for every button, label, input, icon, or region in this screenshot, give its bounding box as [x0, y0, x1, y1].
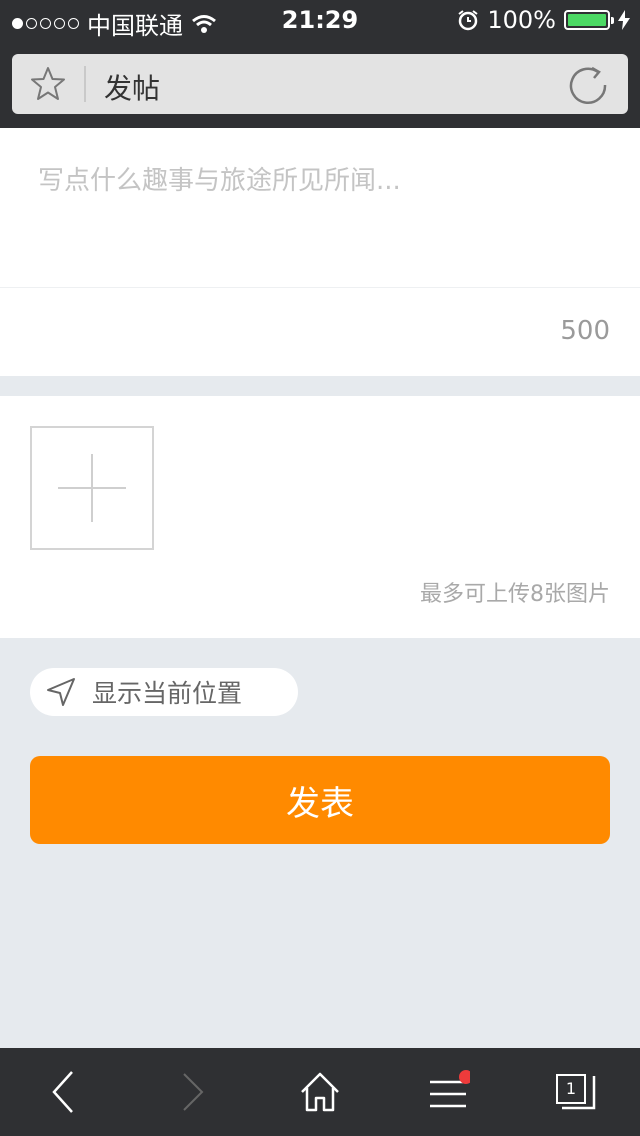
char-count: 500	[560, 316, 610, 346]
bookmark-star-icon[interactable]	[28, 64, 68, 104]
show-location-toggle[interactable]: 显示当前位置	[30, 668, 298, 716]
image-upload-card: 最多可上传8张图片	[0, 396, 640, 638]
post-card: 写点什么趣事与旅途所见所闻... 500	[0, 128, 640, 376]
status-right: 100%	[457, 6, 630, 34]
status-bar: 中国联通 21:29 100%	[0, 0, 640, 40]
browser-header: 发帖	[0, 40, 640, 128]
home-icon[interactable]	[298, 1070, 342, 1114]
charging-icon	[618, 10, 630, 30]
add-image-button[interactable]	[30, 426, 154, 550]
alarm-icon	[458, 10, 478, 31]
address-bar[interactable]: 发帖	[12, 54, 628, 114]
battery-icon	[564, 10, 614, 30]
address-divider	[84, 66, 86, 102]
back-icon[interactable]	[42, 1070, 86, 1114]
post-placeholder: 写点什么趣事与旅途所见所闻...	[38, 166, 401, 196]
forward-icon[interactable]	[170, 1070, 214, 1114]
reload-icon[interactable]	[568, 64, 610, 106]
browser-toolbar	[0, 1048, 640, 1136]
menu-icon[interactable]	[426, 1070, 470, 1114]
post-content-textarea[interactable]: 写点什么趣事与旅途所见所闻...	[0, 128, 640, 288]
battery-percent: 100%	[487, 6, 556, 34]
location-label: 显示当前位置	[92, 679, 243, 708]
submit-button[interactable]: 发表	[30, 756, 610, 844]
tab-count[interactable]: 1	[556, 1074, 586, 1104]
location-arrow-icon	[47, 678, 75, 706]
image-upload-hint: 最多可上传8张图片	[420, 582, 610, 607]
page-title: 发帖	[104, 72, 161, 105]
